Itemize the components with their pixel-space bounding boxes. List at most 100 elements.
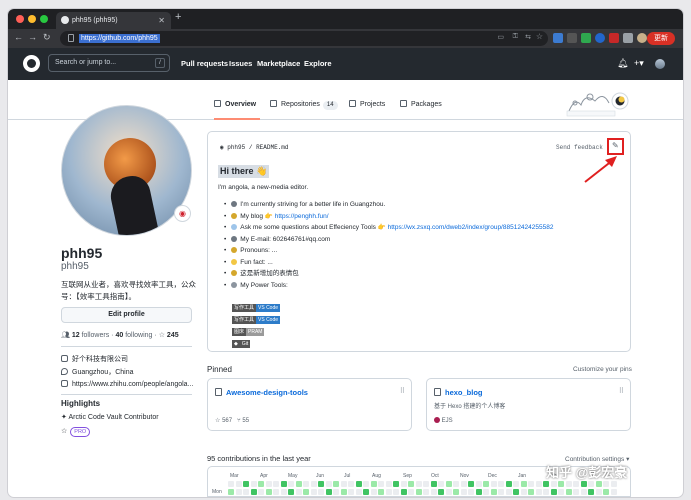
- contribution-day[interactable]: [498, 489, 504, 495]
- contribution-day[interactable]: [348, 481, 354, 487]
- zsxq-link[interactable]: https://wx.zsxq.com/dweb2/index/group/88…: [388, 224, 554, 231]
- key-icon[interactable]: ⚿: [513, 33, 518, 41]
- contribution-day[interactable]: [475, 489, 482, 495]
- contribution-day[interactable]: [325, 489, 332, 495]
- contribution-day[interactable]: [415, 481, 422, 487]
- following-count[interactable]: 40: [115, 332, 123, 339]
- fork-count[interactable]: 55: [242, 418, 249, 424]
- contribution-day[interactable]: [363, 481, 369, 487]
- shield-badge[interactable]: 写作工具 VS Code: [232, 316, 281, 324]
- blog-link[interactable]: https://penghh.fun/: [275, 213, 329, 220]
- contribution-day[interactable]: [295, 481, 302, 487]
- contribution-day[interactable]: [243, 481, 249, 487]
- nav-pull-requests[interactable]: Pull requests: [181, 48, 228, 80]
- contribution-day[interactable]: [423, 489, 429, 495]
- contribution-day[interactable]: [460, 489, 467, 495]
- contribution-day[interactable]: [400, 481, 407, 487]
- nav-marketplace[interactable]: Marketplace: [257, 48, 300, 80]
- contribution-day[interactable]: [438, 481, 444, 487]
- profile-icon[interactable]: [637, 33, 647, 43]
- contribution-day[interactable]: [573, 481, 579, 487]
- search-input[interactable]: Search or jump to... /: [48, 54, 170, 72]
- contribution-day[interactable]: [408, 481, 414, 487]
- shield-badge[interactable]: ◆ Git: [232, 340, 251, 348]
- new-tab-icon[interactable]: +: [175, 11, 181, 23]
- translate-icon[interactable]: ⇆: [525, 33, 531, 41]
- contribution-day[interactable]: [498, 481, 504, 487]
- contribution-day[interactable]: [273, 481, 279, 487]
- contribution-day[interactable]: [475, 481, 482, 487]
- contribution-day[interactable]: [580, 481, 587, 487]
- extension-icon[interactable]: [595, 33, 605, 43]
- contribution-day[interactable]: [235, 489, 242, 495]
- contribution-day[interactable]: [445, 489, 452, 495]
- contribution-day[interactable]: [243, 489, 249, 495]
- contribution-day[interactable]: [445, 481, 452, 487]
- contribution-day[interactable]: [558, 481, 564, 487]
- edit-readme-button[interactable]: ✎: [607, 138, 624, 155]
- contribution-day[interactable]: [318, 489, 324, 495]
- contribution-day[interactable]: [288, 481, 294, 487]
- contribution-day[interactable]: [528, 489, 534, 495]
- tab-projects[interactable]: Projects: [349, 100, 385, 120]
- contribution-day[interactable]: [393, 481, 399, 487]
- cast-icon[interactable]: ▭: [497, 33, 504, 41]
- puzzle-icon[interactable]: [623, 33, 633, 43]
- nav-issues[interactable]: Issues: [229, 48, 252, 80]
- contribution-day[interactable]: [588, 481, 594, 487]
- contribution-day[interactable]: [550, 481, 557, 487]
- contribution-day[interactable]: [595, 481, 602, 487]
- readme-file[interactable]: README.md: [256, 144, 288, 151]
- contribution-day[interactable]: [565, 489, 572, 495]
- contribution-day[interactable]: [483, 489, 489, 495]
- customize-pins-link[interactable]: Customize your pins: [573, 366, 632, 373]
- profile-avatar[interactable]: [61, 105, 192, 236]
- extension-icon[interactable]: [581, 33, 591, 43]
- contribution-day[interactable]: [588, 489, 594, 495]
- contribution-day[interactable]: [610, 481, 617, 487]
- contribution-day[interactable]: [310, 481, 317, 487]
- close-window-button[interactable]: [16, 15, 24, 23]
- shield-badge[interactable]: 图床 PRAM: [232, 328, 265, 336]
- plus-icon[interactable]: +▾: [634, 58, 644, 69]
- contribution-day[interactable]: [318, 481, 324, 487]
- tab-repositories[interactable]: Repositories 14: [270, 100, 338, 120]
- contribution-day[interactable]: [460, 481, 467, 487]
- contribution-day[interactable]: [565, 481, 572, 487]
- contribution-day[interactable]: [310, 489, 317, 495]
- github-logo-icon[interactable]: [23, 55, 40, 72]
- contribution-day[interactable]: [378, 481, 384, 487]
- website-link[interactable]: https://www.zhihu.com/people/angola...: [72, 381, 193, 388]
- contribution-day[interactable]: [340, 489, 347, 495]
- contribution-day[interactable]: [513, 481, 519, 487]
- contribution-day[interactable]: [423, 481, 429, 487]
- contribution-day[interactable]: [573, 489, 579, 495]
- contribution-day[interactable]: [333, 489, 339, 495]
- contribution-day[interactable]: [595, 489, 602, 495]
- contribution-day[interactable]: [385, 489, 392, 495]
- contribution-day[interactable]: [355, 489, 362, 495]
- contribution-day[interactable]: [505, 481, 512, 487]
- contribution-day[interactable]: [430, 481, 437, 487]
- contribution-day[interactable]: [280, 481, 287, 487]
- contribution-day[interactable]: [535, 489, 542, 495]
- send-feedback-link[interactable]: Send feedback: [556, 144, 603, 151]
- drag-handle-icon[interactable]: ⠿: [619, 387, 624, 395]
- update-button[interactable]: 更新: [647, 32, 675, 45]
- star-count[interactable]: 567: [222, 418, 232, 424]
- contribution-day[interactable]: [273, 489, 279, 495]
- contribution-day[interactable]: [430, 489, 437, 495]
- back-icon[interactable]: ←: [14, 32, 23, 42]
- contribution-day[interactable]: [490, 481, 497, 487]
- contribution-day[interactable]: [250, 489, 257, 495]
- stars-count[interactable]: 245: [167, 332, 179, 339]
- followers-label[interactable]: followers: [82, 332, 110, 339]
- extension-icon[interactable]: [567, 33, 577, 43]
- status-emoji-icon[interactable]: ◉: [174, 205, 191, 222]
- contribution-day[interactable]: [228, 481, 234, 487]
- repo-name-link[interactable]: hexo_blog: [445, 388, 483, 397]
- contribution-day[interactable]: [490, 489, 497, 495]
- reload-icon[interactable]: ↻: [43, 32, 51, 43]
- browser-tab[interactable]: phh95 (phh95) ✕: [56, 12, 171, 29]
- contribution-day[interactable]: [520, 489, 527, 495]
